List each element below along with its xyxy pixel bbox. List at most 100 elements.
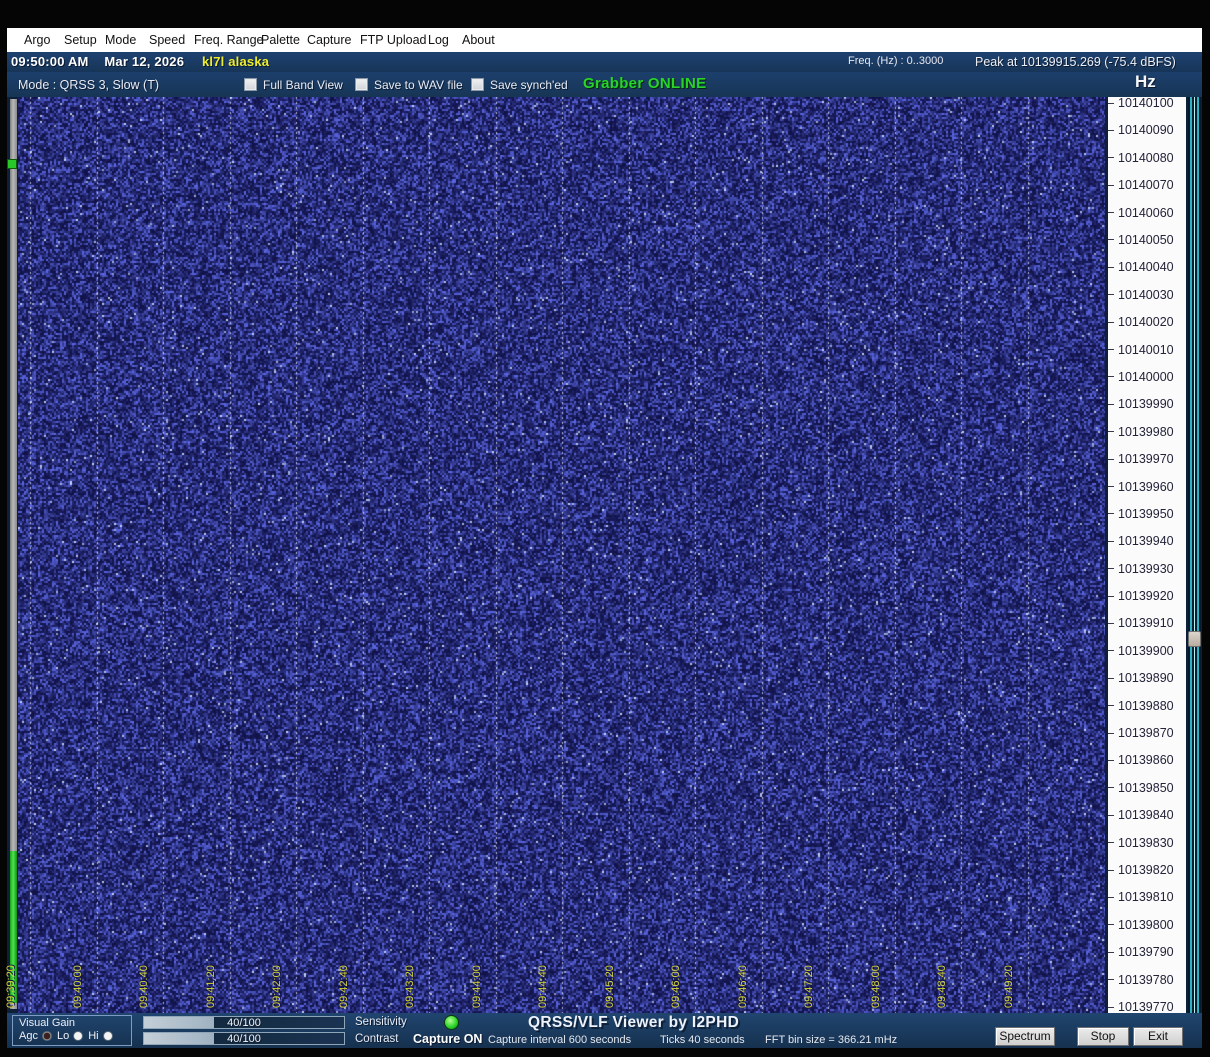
stop-button[interactable]: Stop	[1077, 1027, 1129, 1046]
full-band-view-label: Full Band View	[263, 78, 343, 92]
freq-tick-mark	[1108, 212, 1114, 213]
freq-tick-mark	[1108, 897, 1114, 898]
menu-item-speed[interactable]: Speed	[145, 28, 189, 52]
time-tick-label: 09:49:20	[1003, 965, 1015, 1008]
spectrum-button[interactable]: Spectrum	[995, 1027, 1055, 1046]
full-band-view-checkbox[interactable]	[244, 78, 257, 91]
freq-tick-label: 10139790	[1108, 945, 1174, 959]
ticks-info: Ticks 40 seconds	[660, 1034, 745, 1046]
freq-tick-label: 10140020	[1108, 315, 1174, 329]
waterfall-display[interactable]	[18, 97, 1105, 1013]
freq-tick-mark	[1108, 459, 1114, 460]
freq-tick-mark	[1108, 157, 1114, 158]
menu-bar: Argo Setup Mode Speed Freq. Range Palette Capt…	[7, 28, 1202, 52]
freq-tick-mark	[1108, 705, 1114, 706]
scan-progress-track	[10, 99, 17, 1009]
menu-item-capture[interactable]: Capture	[303, 28, 355, 52]
radio-button[interactable]	[103, 1031, 113, 1041]
time-tick-label: 09:45:20	[604, 965, 616, 1008]
menu-item-mode[interactable]: Mode	[101, 28, 140, 52]
save-synched-checkbox[interactable]	[471, 78, 484, 91]
freq-tick-mark	[1108, 1007, 1114, 1008]
save-synched-label: Save synch'ed	[490, 78, 568, 92]
freq-tick-mark	[1108, 733, 1114, 734]
visual-gain-option-lo[interactable]: Lo	[57, 1030, 83, 1042]
sensitivity-value: 40/100	[144, 1017, 344, 1028]
freq-tick-label: 10139860	[1108, 753, 1174, 767]
menu-item-argo[interactable]: Argo	[20, 28, 54, 52]
freq-tick-label: 10139930	[1108, 562, 1174, 576]
spectrogram-area: 09:39:20 09:40:00 09:40:40 09:41:20 09:42:00…	[7, 97, 1202, 1013]
freq-tick-mark	[1108, 760, 1114, 761]
time-tick-label: 09:48:00	[870, 965, 882, 1008]
freq-tick-mark	[1108, 870, 1114, 871]
menu-item-about[interactable]: About	[458, 28, 499, 52]
freq-tick-label: 10140030	[1108, 288, 1174, 302]
freq-tick-label: 10139940	[1108, 534, 1174, 548]
freq-tick-mark	[1108, 239, 1114, 240]
freq-tick-mark	[1108, 842, 1114, 843]
freq-tick-mark	[1108, 787, 1114, 788]
freq-tick-label: 10139830	[1108, 836, 1174, 850]
menu-item-freq-range[interactable]: Freq. Range	[190, 28, 267, 52]
freq-tick-label: 10140000	[1108, 370, 1174, 384]
menu-item-palette[interactable]: Palette	[257, 28, 304, 52]
freq-tick-label: 10139780	[1108, 973, 1174, 987]
time-tick-label: 09:44:40	[537, 965, 549, 1008]
freq-tick-mark	[1108, 596, 1114, 597]
freq-tick-mark	[1108, 486, 1114, 487]
freq-tick-label: 10139900	[1108, 644, 1174, 658]
freq-tick-mark	[1108, 103, 1114, 104]
freq-tick-label: 10140010	[1108, 343, 1174, 357]
exit-button[interactable]: Exit	[1133, 1027, 1183, 1046]
freq-tick-label: 10139980	[1108, 425, 1174, 439]
frequency-offset-scrollbar[interactable]	[1188, 97, 1201, 1013]
freq-tick-mark	[1108, 979, 1114, 980]
visual-gain-group: Visual Gain Agc Lo Hi	[12, 1015, 132, 1046]
freq-tick-mark	[1108, 404, 1114, 405]
freq-tick-mark	[1108, 349, 1114, 350]
menu-item-setup[interactable]: Setup	[60, 28, 101, 52]
freq-tick-label: 10139800	[1108, 918, 1174, 932]
freq-tick-mark	[1108, 294, 1114, 295]
radio-label: Lo	[57, 1030, 69, 1042]
freq-tick-label: 10139850	[1108, 781, 1174, 795]
radio-button[interactable]	[42, 1031, 52, 1041]
freq-tick-mark	[1108, 376, 1114, 377]
callsign-label: kl7l alaska	[202, 54, 269, 69]
menu-item-ftp-upload[interactable]: FTP Upload	[356, 28, 430, 52]
freq-tick-mark	[1108, 267, 1114, 268]
freq-range-readout: Freq. (Hz) : 0..3000	[848, 55, 943, 67]
freq-tick-mark	[1108, 130, 1114, 131]
contrast-slider[interactable]: 40/100	[143, 1032, 345, 1045]
scan-progress-top-marker	[7, 159, 17, 169]
time-tick-label: 09:41:20	[205, 965, 217, 1008]
freq-tick-label: 10139870	[1108, 726, 1174, 740]
time-tick-label: 09:43:20	[404, 965, 416, 1008]
grabber-online-status: Grabber ONLINE	[583, 75, 706, 92]
visual-gain-option-agc[interactable]: Agc	[19, 1030, 52, 1042]
mode-label: Mode : QRSS 3, Slow (T)	[18, 78, 159, 92]
visual-gain-option-hi[interactable]: Hi	[88, 1030, 112, 1042]
freq-tick-label: 10140040	[1108, 260, 1174, 274]
radio-button[interactable]	[73, 1031, 83, 1041]
fft-bin-info: FFT bin size = 366.21 mHz	[765, 1034, 897, 1046]
capture-interval-info: Capture interval 600 seconds	[488, 1034, 631, 1046]
status-header: 09:50:00 AM Mar 12, 2026 kl7l alaska Fre…	[7, 52, 1202, 72]
freq-tick-label: 10139970	[1108, 452, 1174, 466]
menu-item-log[interactable]: Log	[424, 28, 453, 52]
freq-tick-label: 10140080	[1108, 151, 1174, 165]
freq-tick-mark	[1108, 815, 1114, 816]
save-to-wav-checkbox[interactable]	[355, 78, 368, 91]
freq-tick-label: 10139810	[1108, 890, 1174, 904]
freq-tick-mark	[1108, 431, 1114, 432]
time-tick-label: 09:44:00	[471, 965, 483, 1008]
scrollbar-thumb[interactable]	[1188, 631, 1201, 647]
sensitivity-slider[interactable]: 40/100	[143, 1016, 345, 1029]
time-tick-label: 09:40:00	[72, 965, 84, 1008]
freq-tick-mark	[1108, 623, 1114, 624]
hz-axis-unit-label: Hz	[1135, 72, 1156, 92]
freq-tick-label: 10140060	[1108, 206, 1174, 220]
freq-tick-mark	[1108, 322, 1114, 323]
visual-gain-label: Visual Gain	[19, 1017, 131, 1029]
